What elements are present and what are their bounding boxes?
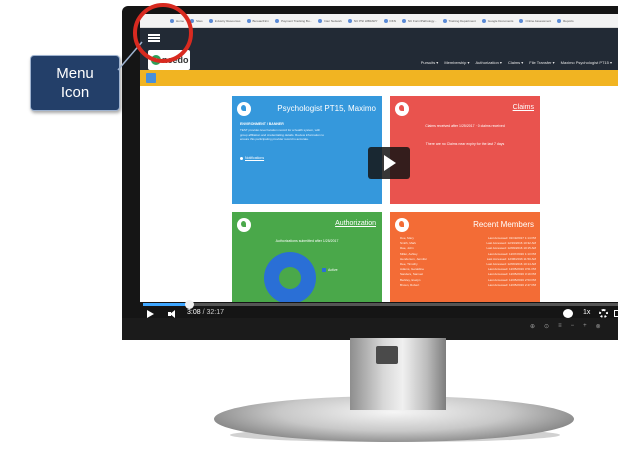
highlight-circle — [133, 3, 193, 63]
tutorial-video-frame: Home Sites Industry Resources Bureau/Firm Pa… — [0, 0, 618, 449]
callout-pointer — [117, 41, 143, 71]
